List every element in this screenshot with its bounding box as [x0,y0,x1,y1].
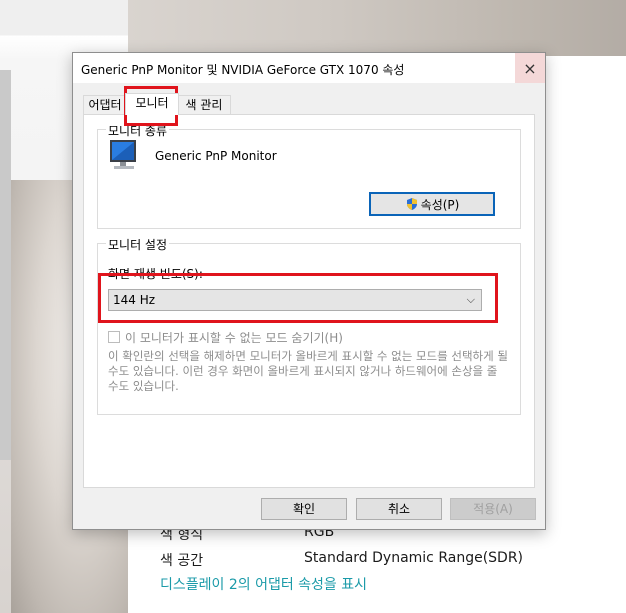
ok-button[interactable]: 확인 [261,498,347,520]
highlight-box-refresh-rate [98,273,498,323]
dialog-title: Generic PnP Monitor 및 NVIDIA GeForce GTX… [81,63,405,77]
hide-modes-label: 이 모니터가 표시할 수 없는 모드 숨기기(H) [125,331,343,345]
cancel-button[interactable]: 취소 [356,498,442,520]
monitor-settings-group-title: 모니터 설정 [106,236,170,253]
apply-button[interactable]: 적용(A) [450,498,536,520]
apply-button-label: 적용(A) [473,502,513,516]
tab-color-management-label: 색 관리 [185,98,223,112]
properties-button[interactable]: 속성(P) [369,192,495,216]
dialog-titlebar[interactable]: Generic PnP Monitor 및 NVIDIA GeForce GTX… [73,53,545,83]
properties-button-label: 속성(P) [420,197,460,212]
hide-modes-description: 이 확인란의 선택을 해제하면 모니터가 올바르게 표시할 수 없는 모드를 선… [108,349,508,393]
uac-shield-icon [406,198,417,210]
hide-modes-checkbox[interactable] [108,331,120,343]
sidebar-scroll-track [0,70,11,460]
monitor-type-group: 모니터 종류 Generic PnP Monitor 속성(P) [97,122,521,229]
cancel-button-label: 취소 [387,502,411,516]
tab-monitor-label: 모니터 [135,96,169,110]
tab-adapter-label: 어댑터 [88,98,122,112]
monitor-icon [110,140,136,169]
ok-button-label: 확인 [292,502,316,516]
adapter-properties-link[interactable]: 디스플레이 2의 어댑터 속성을 표시 [160,574,367,594]
close-button[interactable]: × [515,53,545,83]
background-wallpaper-top [128,0,626,56]
tab-color-management[interactable]: 색 관리 [177,95,231,114]
color-space-label: 색 공간 [160,553,204,569]
monitor-settings-group: 모니터 설정 화면 재생 빈도(S): 144 Hz ⌵ 이 모니터가 표시할 … [97,236,521,415]
close-icon: × [523,58,537,78]
monitor-name: Generic PnP Monitor [155,149,277,163]
background-settings-info: 색 형식 RGB 색 공간 Standard Dynamic Range(SDR… [128,524,626,613]
color-space-value: Standard Dynamic Range(SDR) [304,550,524,566]
tab-adapter[interactable]: 어댑터 [83,95,127,114]
tab-monitor[interactable]: 모니터 [125,93,179,115]
